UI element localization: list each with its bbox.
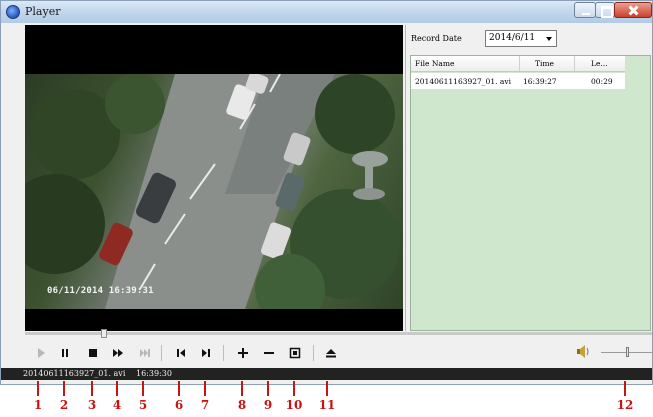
play-icon[interactable] — [33, 345, 49, 361]
maximize-button[interactable] — [595, 2, 615, 18]
status-file-name: 20140611163927_01. avi — [23, 369, 126, 378]
annotation-line — [142, 381, 144, 396]
minimize-button[interactable] — [574, 2, 596, 18]
annotation-line — [63, 381, 65, 396]
pause-icon[interactable] — [57, 345, 73, 361]
annotation-number: 1 — [33, 398, 43, 412]
volume-thumb[interactable] — [626, 347, 629, 357]
seek-bar[interactable] — [25, 329, 652, 338]
annotation-number: 11 — [318, 398, 336, 412]
column-header-length[interactable]: Le... — [591, 59, 608, 68]
annotation-line — [204, 381, 206, 396]
annotation-number: 5 — [138, 398, 148, 412]
table-row[interactable]: 20140611163927_01. avi 16:39:27 00:29 — [411, 73, 625, 89]
skip-end-icon[interactable] — [137, 345, 153, 361]
annotation-number: 9 — [263, 398, 273, 412]
window-title: Player — [25, 5, 61, 18]
zoom-in-icon[interactable] — [235, 345, 251, 361]
annotation-line — [326, 381, 328, 396]
fast-forward-icon[interactable] — [110, 345, 126, 361]
annotation-line — [37, 381, 39, 396]
record-date-row: Record Date 2014/6/11 — [406, 25, 653, 53]
status-bar: 20140611163927_01. avi 16:39:30 — [1, 368, 652, 380]
eject-icon[interactable] — [323, 345, 339, 361]
column-divider — [574, 56, 575, 71]
chevron-down-icon — [546, 37, 552, 41]
record-file-list[interactable]: File Name Time Le... 20140611163927_01. … — [410, 55, 651, 331]
zoom-out-icon[interactable] — [261, 345, 277, 361]
video-timestamp-overlay: 06/11/2014 16:39:31 — [47, 286, 154, 296]
toolbar-separator — [223, 345, 224, 361]
record-panel: Record Date 2014/6/11 File Name Time Le.… — [405, 25, 652, 331]
annotation-line — [116, 381, 118, 396]
annotation-line — [241, 381, 243, 396]
fullscreen-icon[interactable] — [287, 345, 303, 361]
title-bar: Player — [1, 1, 652, 23]
video-display[interactable]: 06/11/2014 16:39:31 — [25, 25, 403, 331]
record-date-label: Record Date — [411, 34, 462, 43]
video-frame: 06/11/2014 16:39:31 — [25, 74, 403, 309]
toolbar-separator — [161, 345, 162, 361]
camera-scene — [25, 74, 400, 309]
playback-controls — [1, 338, 652, 368]
seek-thumb[interactable] — [101, 329, 107, 338]
speaker-icon[interactable] — [575, 343, 591, 359]
annotation-number: 3 — [87, 398, 97, 412]
annotation-line — [178, 381, 180, 396]
annotation-line — [624, 381, 626, 396]
prev-frame-icon[interactable] — [173, 345, 189, 361]
annotation-number: 10 — [285, 398, 303, 412]
annotation-number: 6 — [174, 398, 184, 412]
annotation-line — [91, 381, 93, 396]
column-divider — [519, 56, 520, 71]
annotation-number: 7 — [200, 398, 210, 412]
stop-icon[interactable] — [85, 345, 101, 361]
annotation-line — [267, 381, 269, 396]
toolbar-separator — [313, 345, 314, 361]
annotation-number: 12 — [616, 398, 634, 412]
annotation-number: 8 — [237, 398, 247, 412]
annotation-line — [293, 381, 295, 396]
status-time: 16:39:30 — [136, 369, 172, 378]
row-time: 16:39:27 — [523, 77, 557, 86]
annotation-number: 4 — [112, 398, 122, 412]
record-date-select[interactable]: 2014/6/11 — [485, 30, 557, 47]
app-icon — [6, 5, 20, 19]
record-date-value: 2014/6/11 — [489, 33, 536, 43]
column-header-file-name[interactable]: File Name — [415, 59, 454, 68]
annotation-number: 2 — [59, 398, 69, 412]
column-header-time[interactable]: Time — [535, 59, 554, 68]
next-frame-icon[interactable] — [198, 345, 214, 361]
row-file-name: 20140611163927_01. avi — [415, 77, 511, 86]
close-button[interactable] — [614, 2, 652, 18]
player-window: Player 06/11/2014 16:39:31 Record Date 2… — [0, 0, 653, 385]
file-list-header: File Name Time Le... — [411, 56, 625, 72]
row-length: 00:29 — [591, 77, 613, 86]
